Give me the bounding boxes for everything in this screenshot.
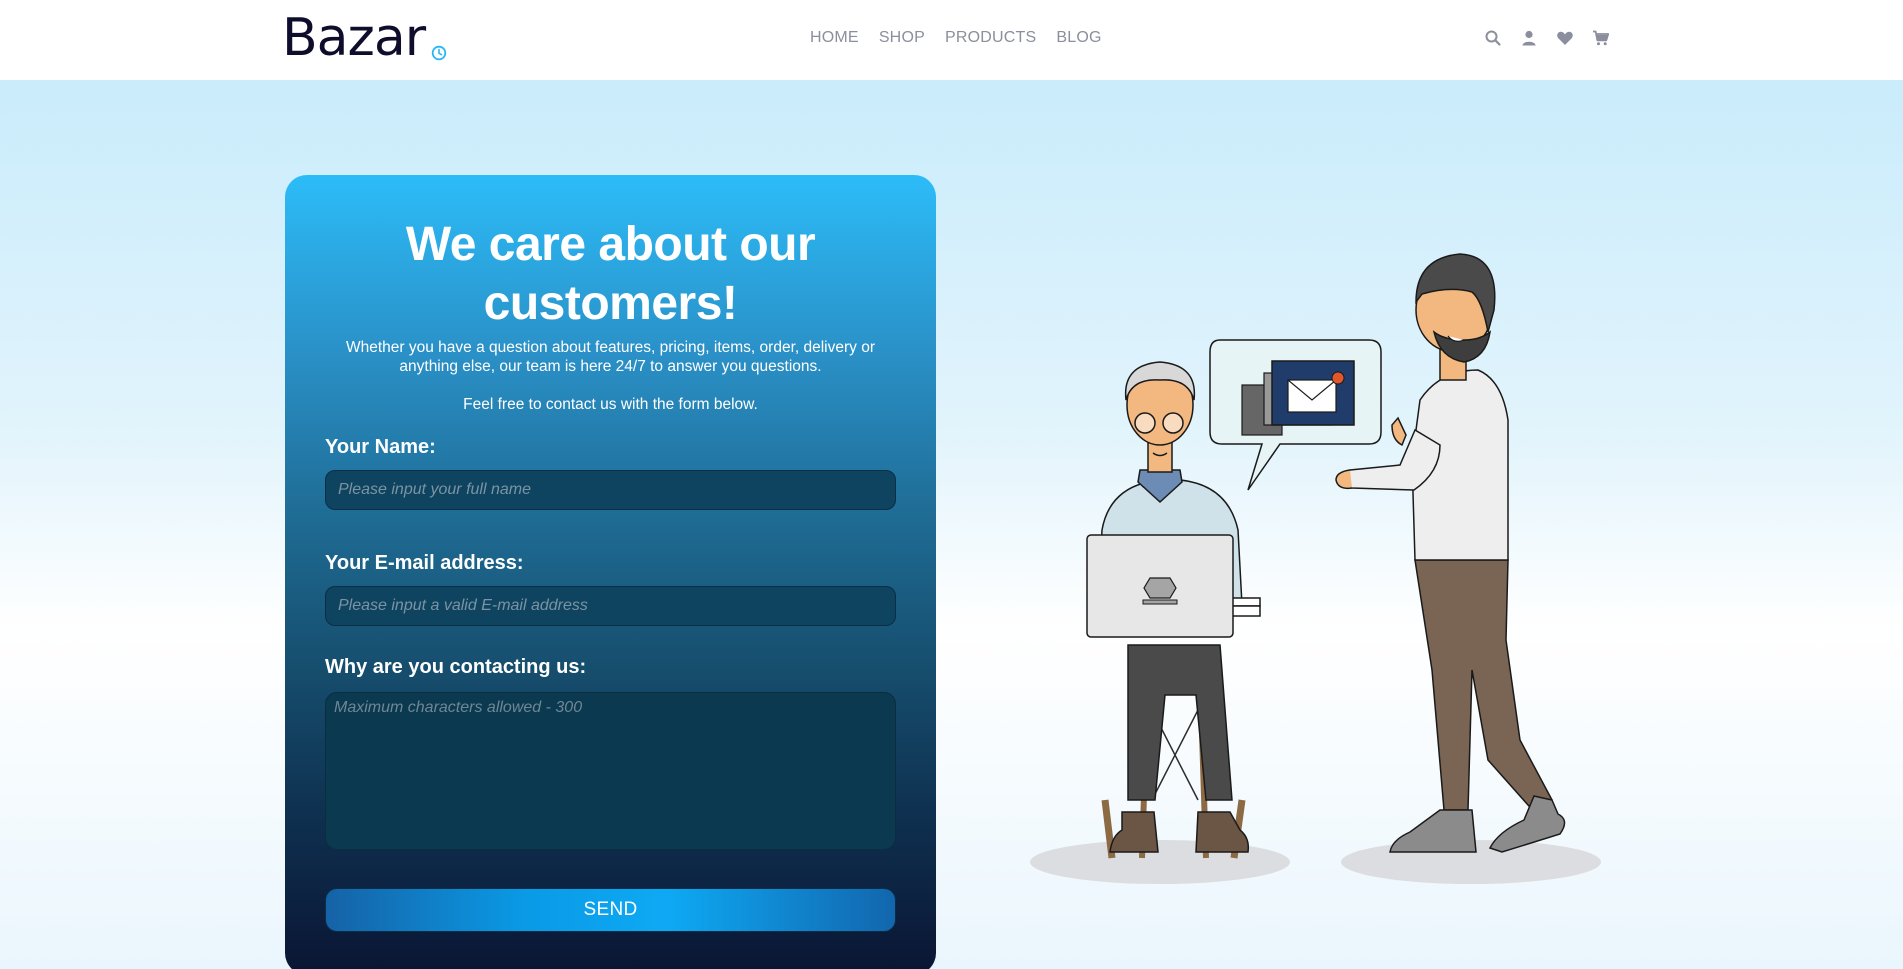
nav-products[interactable]: PRODUCTS xyxy=(945,29,1036,47)
form-title: We care about our customers! xyxy=(405,218,816,330)
header-actions xyxy=(1484,29,1610,47)
email-input[interactable] xyxy=(325,586,896,626)
email-label: Your E-mail address: xyxy=(325,552,524,574)
form-cta-text: Feel free to contact us with the form be… xyxy=(463,396,758,413)
heart-icon[interactable] xyxy=(1556,29,1574,47)
search-icon[interactable] xyxy=(1484,29,1502,47)
cart-icon[interactable] xyxy=(1592,29,1610,47)
nav-home[interactable]: HOME xyxy=(810,29,859,47)
main-nav: HOME SHOP PRODUCTS BLOG xyxy=(810,29,1122,47)
name-input[interactable] xyxy=(325,470,896,510)
send-button[interactable]: SEND xyxy=(325,888,896,932)
brand-logo[interactable]: Bazar xyxy=(282,8,426,68)
nav-shop[interactable]: SHOP xyxy=(879,29,925,47)
user-icon[interactable] xyxy=(1520,29,1538,47)
clock-icon xyxy=(431,45,447,61)
reason-label: Why are you contacting us: xyxy=(325,656,587,678)
name-label: Your Name: xyxy=(325,436,436,458)
customer-support-illustration xyxy=(1030,253,1601,884)
reason-textarea[interactable] xyxy=(325,692,896,850)
site-header: Bazar HOME SHOP PRODUCTS BLOG xyxy=(0,0,1903,80)
nav-blog[interactable]: BLOG xyxy=(1056,29,1101,47)
contact-form: We care about our customers! Whether you… xyxy=(285,175,936,969)
form-subtitle: Whether you have a question about featur… xyxy=(345,339,875,375)
